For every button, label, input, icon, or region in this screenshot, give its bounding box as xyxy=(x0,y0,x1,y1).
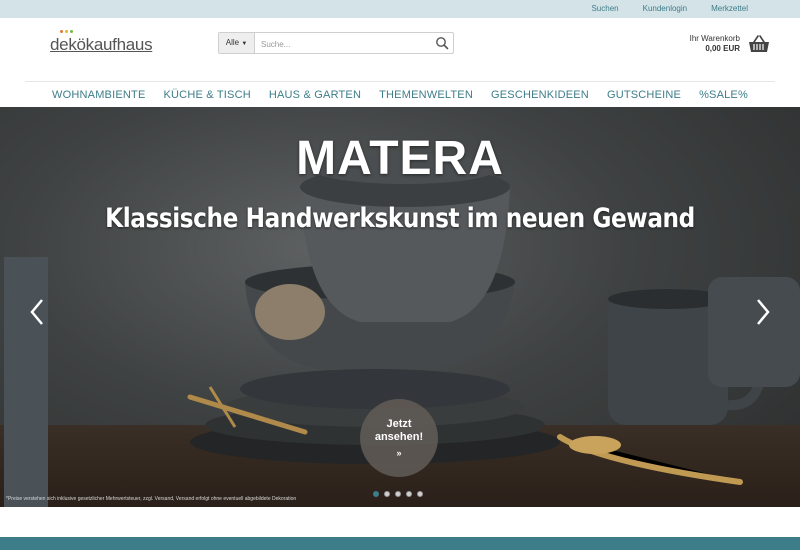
hero-title: MATERA xyxy=(296,132,504,185)
nav-item-wohnambiente[interactable]: WOHNAMBIENTE xyxy=(52,89,145,101)
nav-item-sale[interactable]: %SALE% xyxy=(699,89,748,101)
search-form: Alle ▼ xyxy=(218,32,454,54)
logo-dots xyxy=(60,30,74,33)
chevron-right-icon xyxy=(757,299,770,325)
footer-accent-bar xyxy=(0,537,800,550)
cart-label: Ihr Warenkorb xyxy=(689,34,740,43)
slider-prev-button[interactable] xyxy=(28,297,46,327)
top-utility-bar: Suchen Kundenlogin Merkzettel xyxy=(0,0,800,18)
slider-dot-2[interactable] xyxy=(384,491,390,497)
slider-dot-5[interactable] xyxy=(417,491,423,497)
nav-item-geschenkideen[interactable]: GESCHENKIDEEN xyxy=(491,89,589,101)
double-chevron-icon: » xyxy=(396,448,402,458)
price-disclaimer: *Preise verstehen sich inklusive gesetzl… xyxy=(6,496,297,502)
search-category-select[interactable]: Alle ▼ xyxy=(219,33,255,53)
nav-item-kueche-tisch[interactable]: KÜCHE & TISCH xyxy=(164,89,251,101)
nav-item-themenwelten[interactable]: THEMENWELTEN xyxy=(379,89,473,101)
utility-links: Suchen Kundenlogin Merkzettel xyxy=(567,0,748,18)
slider-dot-4[interactable] xyxy=(406,491,412,497)
cta-jetzt-ansehen-button[interactable]: Jetzt ansehen! » xyxy=(360,399,438,477)
slider-pagination xyxy=(373,491,423,497)
site-logo[interactable]: de kökaufhaus xyxy=(50,30,153,56)
chevron-left-icon xyxy=(30,299,43,325)
search-input[interactable] xyxy=(259,35,433,53)
cart-amount: 0,00 EUR xyxy=(705,44,740,53)
slider-next-button[interactable] xyxy=(754,297,772,327)
search-category-label: Alle xyxy=(225,38,240,47)
cart-widget[interactable]: Ihr Warenkorb 0,00 EUR xyxy=(690,34,770,54)
caret-down-icon: ▼ xyxy=(241,41,248,47)
search-button[interactable] xyxy=(435,36,449,50)
slider-dot-3[interactable] xyxy=(395,491,401,497)
cta-line-2: ansehen! xyxy=(374,431,424,443)
main-navigation: WOHNAMBIENTE KÜCHE & TISCH HAUS & GARTEN… xyxy=(0,84,800,106)
basket-icon xyxy=(749,35,769,52)
search-icon xyxy=(436,37,449,50)
logo-text: de kökaufhaus xyxy=(50,30,153,55)
nav-item-haus-garten[interactable]: HAUS & GARTEN xyxy=(269,89,361,101)
link-suchen[interactable]: Suchen xyxy=(591,0,618,18)
link-kundenlogin[interactable]: Kundenlogin xyxy=(643,0,687,18)
cta-line-1: Jetzt xyxy=(386,418,412,430)
hero-subtitle: Klassische Handwerkskunst im neuen Gewan… xyxy=(105,203,695,234)
link-merkzettel[interactable]: Merkzettel xyxy=(711,0,748,18)
cart-text: Ihr Warenkorb 0,00 EUR xyxy=(690,34,740,54)
header-divider xyxy=(25,81,775,82)
nav-item-gutscheine[interactable]: GUTSCHEINE xyxy=(607,89,681,101)
slider-dot-1[interactable] xyxy=(373,491,379,497)
hero-slider[interactable]: MATERA Klassische Handwerkskunst im neue… xyxy=(0,107,800,507)
